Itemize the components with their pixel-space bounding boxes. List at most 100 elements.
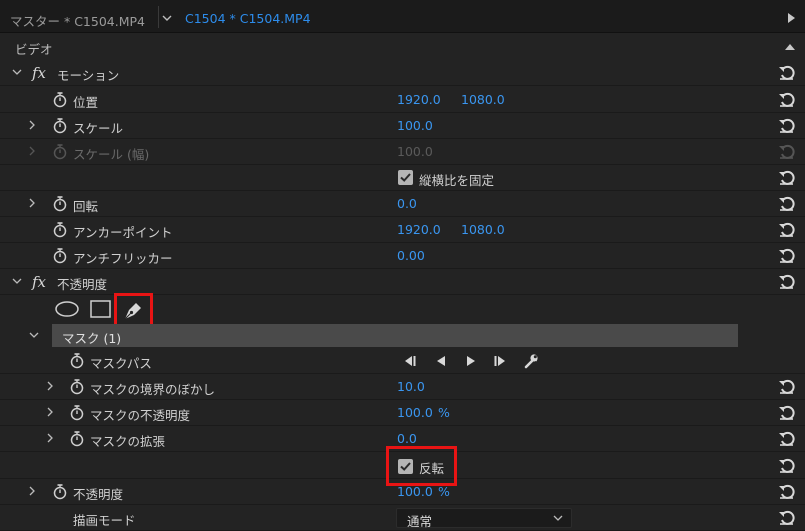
- mask-header-bar[interactable]: マスク (1): [52, 324, 738, 347]
- chevron-right-icon[interactable]: [45, 381, 55, 391]
- fx-icon[interactable]: fx: [32, 64, 46, 82]
- opacity-effect-label: 不透明度: [57, 277, 108, 292]
- uniform-scale-label: 縦横比を固定: [419, 173, 495, 188]
- reset-icon[interactable]: [778, 483, 795, 500]
- opacity-value[interactable]: 100.0: [397, 484, 433, 499]
- uniform-scale-row: 縦横比を固定: [0, 165, 805, 191]
- ellipse-mask-tool-icon[interactable]: [55, 299, 79, 319]
- chevron-down-icon[interactable]: [12, 276, 22, 286]
- mask-expansion-value[interactable]: 0.0: [397, 431, 417, 446]
- opacity-unit: %: [438, 484, 450, 499]
- collapse-up-icon[interactable]: [785, 44, 795, 50]
- anchor-x-value[interactable]: 1920.0: [397, 222, 441, 237]
- scale-width-label: スケール (幅): [73, 147, 150, 162]
- mask-feather-value[interactable]: 10.0: [397, 379, 425, 394]
- stopwatch-icon[interactable]: [69, 378, 85, 395]
- scale-row: スケール 100.0: [0, 113, 805, 139]
- pen-mask-tool-icon[interactable]: [121, 299, 145, 321]
- track-backward-icon[interactable]: [434, 355, 448, 367]
- reset-icon[interactable]: [778, 509, 795, 526]
- stopwatch-icon[interactable]: [52, 483, 68, 500]
- reset-icon[interactable]: [778, 195, 795, 212]
- stopwatch-icon[interactable]: [69, 404, 85, 421]
- reset-icon[interactable]: [778, 247, 795, 264]
- mask-path-row: マスクパス: [0, 348, 805, 374]
- track-forward-icon[interactable]: [464, 355, 478, 367]
- reset-icon[interactable]: [778, 169, 795, 186]
- opacity-label: 不透明度: [73, 487, 124, 502]
- stopwatch-icon[interactable]: [52, 195, 68, 212]
- chevron-right-icon[interactable]: [45, 433, 55, 443]
- scale-label: スケール: [73, 121, 124, 136]
- reset-icon[interactable]: [778, 91, 795, 108]
- effect-controls-panel: マスター * C1504.MP4 C1504 * C1504.MP4 ビデオ f…: [0, 0, 805, 531]
- opacity-effect-row[interactable]: fx 不透明度: [0, 269, 805, 295]
- chevron-down-icon: [553, 515, 563, 521]
- reset-icon[interactable]: [778, 457, 795, 474]
- chevron-down-icon[interactable]: [161, 12, 173, 24]
- reset-icon[interactable]: [778, 378, 795, 395]
- antiflicker-row: アンチフリッカー 0.00: [0, 243, 805, 269]
- fx-icon[interactable]: fx: [32, 273, 46, 291]
- stopwatch-icon[interactable]: [52, 221, 68, 238]
- stopwatch-icon[interactable]: [52, 91, 68, 108]
- tab-clip[interactable]: C1504 * C1504.MP4: [185, 11, 311, 26]
- mask-expansion-label: マスクの拡張: [90, 434, 166, 449]
- opacity-row: 不透明度 100.0 %: [0, 479, 805, 505]
- chevron-right-icon[interactable]: [27, 198, 37, 208]
- track-backward-all-icon[interactable]: [403, 355, 417, 367]
- chevron-down-icon[interactable]: [12, 67, 22, 77]
- mask-title: マスク (1): [62, 331, 122, 346]
- tab-master[interactable]: マスター * C1504.MP4: [10, 11, 145, 30]
- mask-expansion-row: マスクの拡張 0.0: [0, 426, 805, 452]
- chevron-right-icon[interactable]: [27, 120, 37, 130]
- rotation-label: 回転: [73, 199, 99, 214]
- chevron-right-icon[interactable]: [45, 407, 55, 417]
- reset-icon: [779, 144, 795, 159]
- mask-feather-label: マスクの境界のぼかし: [90, 382, 216, 397]
- reset-icon[interactable]: [778, 117, 795, 134]
- mask-opacity-value[interactable]: 100.0: [397, 405, 433, 420]
- chevron-right-icon[interactable]: [27, 486, 37, 496]
- position-y-value[interactable]: 1080.0: [461, 92, 505, 107]
- rectangle-mask-tool-icon[interactable]: [90, 299, 112, 319]
- reset-icon[interactable]: [778, 430, 795, 447]
- motion-label: モーション: [57, 68, 120, 83]
- stopwatch-icon[interactable]: [69, 352, 85, 369]
- scale-width-row: スケール (幅) 100.0: [0, 139, 805, 165]
- blend-mode-row: 描画モード 通常: [0, 505, 805, 531]
- mask-inverted-label: 反転: [419, 461, 445, 476]
- rotation-value[interactable]: 0.0: [397, 196, 417, 211]
- chevron-down-icon[interactable]: [29, 330, 39, 340]
- reset-icon[interactable]: [778, 221, 795, 238]
- anchor-y-value[interactable]: 1080.0: [461, 222, 505, 237]
- antiflicker-value[interactable]: 0.00: [397, 248, 425, 263]
- motion-effect-row[interactable]: fx モーション: [0, 60, 805, 86]
- reset-icon[interactable]: [778, 273, 795, 290]
- section-title: ビデオ: [15, 42, 53, 57]
- play-triangle-icon[interactable]: [788, 13, 795, 23]
- stopwatch-icon[interactable]: [52, 117, 68, 134]
- stopwatch-icon[interactable]: [69, 430, 85, 447]
- chevron-right-icon: [29, 146, 35, 156]
- position-x-value[interactable]: 1920.0: [397, 92, 441, 107]
- stopwatch-icon[interactable]: [52, 247, 68, 264]
- uniform-scale-checkbox[interactable]: [398, 170, 413, 185]
- rotation-row: 回転 0.0: [0, 191, 805, 217]
- position-label: 位置: [73, 95, 99, 110]
- mask-path-label: マスクパス: [90, 356, 152, 371]
- scale-value[interactable]: 100.0: [397, 118, 433, 133]
- wrench-icon[interactable]: [523, 353, 539, 369]
- blend-mode-value: 通常: [407, 514, 433, 529]
- blend-mode-dropdown[interactable]: 通常: [396, 508, 572, 529]
- mask-opacity-unit: %: [438, 405, 450, 420]
- blend-mode-label: 描画モード: [73, 513, 136, 528]
- reset-icon[interactable]: [778, 404, 795, 421]
- stopwatch-icon: [53, 144, 67, 160]
- mask-feather-row: マスクの境界のぼかし 10.0: [0, 374, 805, 400]
- mask-opacity-label: マスクの不透明度: [90, 408, 191, 423]
- mask-inverted-checkbox[interactable]: [398, 459, 413, 474]
- track-forward-all-icon[interactable]: [493, 355, 507, 367]
- tab-separator: [158, 6, 159, 28]
- reset-icon[interactable]: [778, 64, 795, 81]
